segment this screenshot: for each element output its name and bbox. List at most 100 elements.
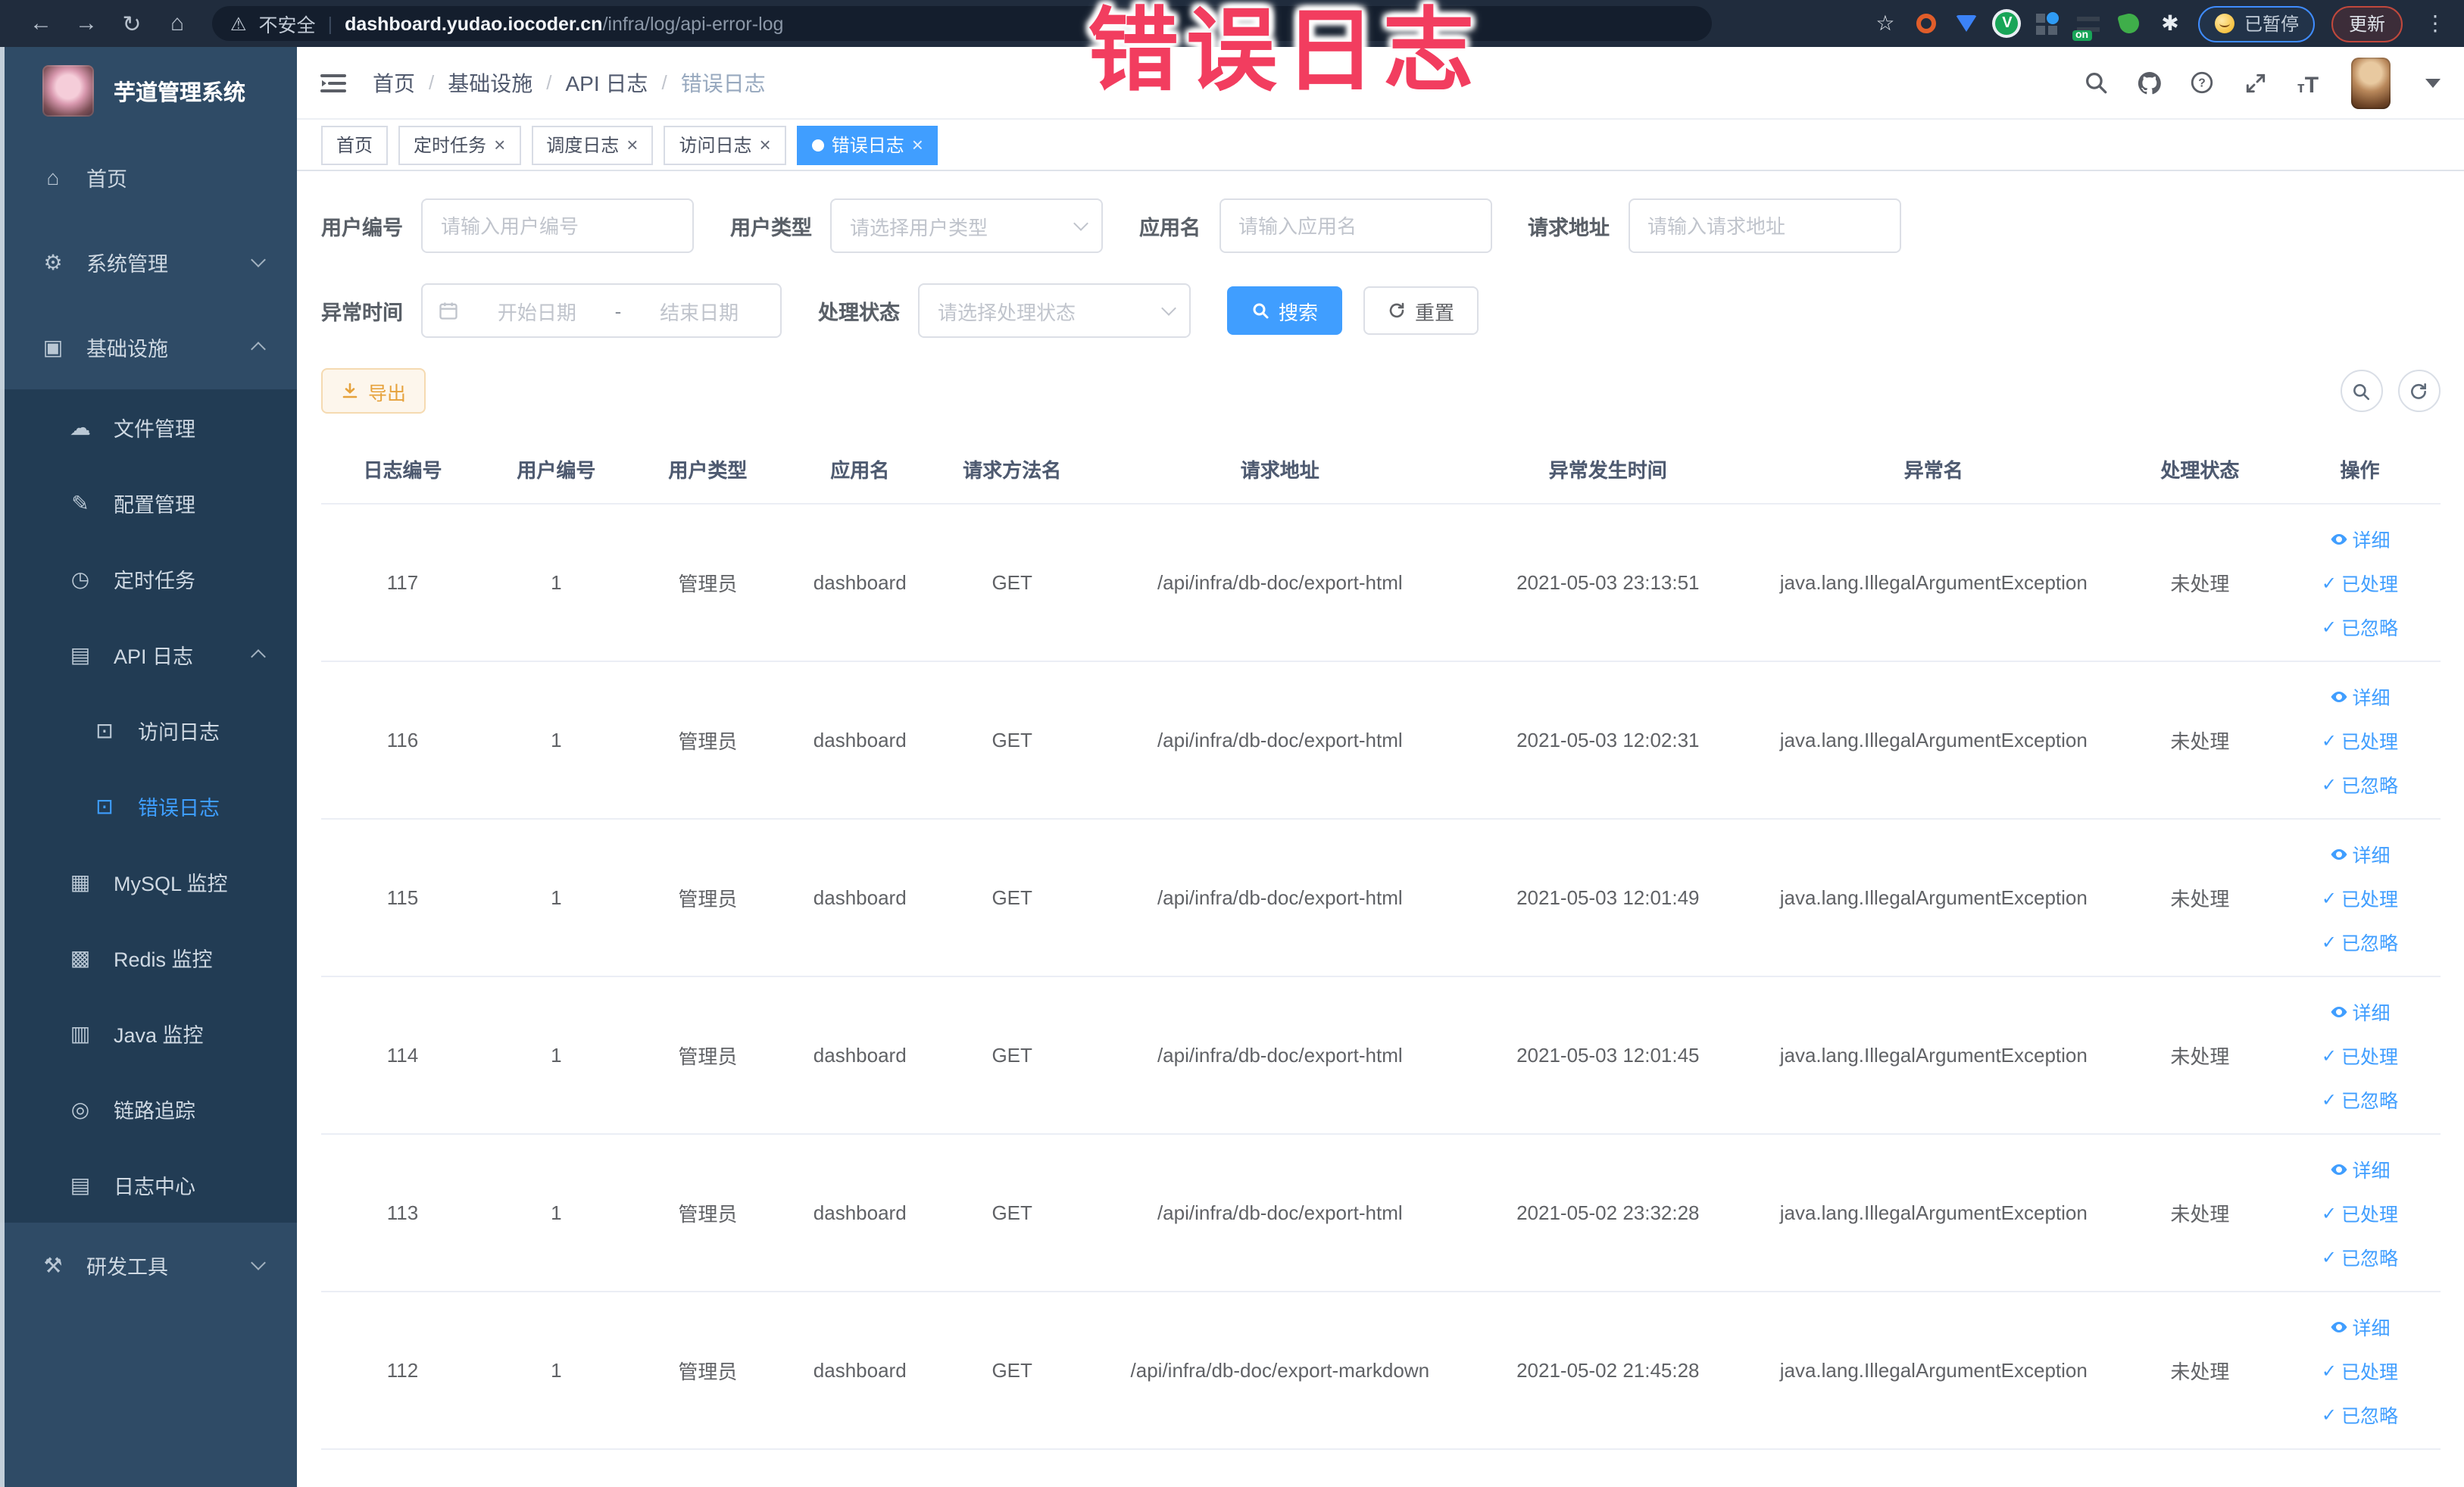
browser-reload-icon[interactable]: ↻ — [109, 10, 155, 37]
ignored-link[interactable]: ✓ 已忽略 — [2322, 1400, 2398, 1429]
extension-puzzle-icon[interactable]: ✱ — [2158, 11, 2182, 36]
browser-back-icon[interactable]: ← — [18, 11, 64, 36]
tab-错误日志[interactable]: 错误日志 × — [796, 125, 938, 164]
sidebar-item-java-监控[interactable]: ▥ Java 监控 — [0, 995, 297, 1071]
process-status-select[interactable]: 请选择处理状态 — [918, 283, 1191, 338]
tab-label: 访问日志 — [679, 135, 752, 156]
browser-forward-icon[interactable]: → — [64, 11, 109, 36]
sidebar-item-api-日志[interactable]: ▤ API 日志 — [0, 617, 297, 692]
sidebar-scrollbar[interactable] — [0, 47, 5, 1487]
api-log-icon: ▤ — [70, 642, 91, 666]
detail-link[interactable]: 详细 — [2329, 1312, 2390, 1341]
cell-user_id: 1 — [483, 819, 629, 977]
refresh-table-button[interactable] — [2397, 370, 2440, 412]
processed-link[interactable]: ✓ 已处理 — [2322, 1356, 2398, 1385]
chevron-up-icon — [251, 649, 266, 664]
sidebar-item-日志中心[interactable]: ▤ 日志中心 — [0, 1147, 297, 1223]
close-tab-icon[interactable]: × — [626, 135, 638, 155]
detail-link[interactable]: 详细 — [2329, 997, 2390, 1026]
hamburger-icon[interactable] — [318, 67, 348, 98]
ignored-link[interactable]: ✓ 已忽略 — [2322, 770, 2398, 798]
sidebar-item-redis-监控[interactable]: ▩ Redis 监控 — [0, 920, 297, 995]
detail-link[interactable]: 详细 — [2329, 682, 2390, 711]
extension-adblock-icon[interactable] — [1914, 11, 1938, 36]
action-label: 详细 — [2352, 1161, 2391, 1182]
reset-button[interactable]: 重置 — [1363, 286, 1479, 335]
cell-status: 未处理 — [2119, 1292, 2280, 1450]
detail-link[interactable]: 详细 — [2329, 1154, 2390, 1183]
breadcrumb-item[interactable]: 基础设施 — [448, 67, 532, 98]
request-url-label: 请求地址 — [1528, 217, 1610, 239]
tab-label: 调度日志 — [546, 135, 620, 156]
tab-访问日志[interactable]: 访问日志 × — [664, 125, 786, 164]
avatar-caret-icon[interactable] — [2425, 78, 2440, 87]
processed-link[interactable]: ✓ 已处理 — [2322, 883, 2398, 912]
processed-link[interactable]: ✓ 已处理 — [2322, 726, 2398, 754]
sidebar-item-系统管理[interactable]: ⚙ 系统管理 — [0, 220, 297, 305]
sidebar-logo-row[interactable]: 芋道管理系统 — [0, 47, 297, 135]
sidebar-item-链路追踪[interactable]: ◎ 链路追踪 — [0, 1071, 297, 1147]
browser-menu-icon[interactable]: ⋮ — [2425, 11, 2446, 36]
avatar[interactable] — [2350, 57, 2390, 108]
toggle-search-button[interactable] — [2340, 370, 2382, 412]
error-log-table: 日志编号 用户编号 用户类型 应用名 请求方法名 请求地址 异常发生时间 异常名 处理状态 操作 1… — [321, 435, 2440, 1450]
user-type-select[interactable]: 请选择用户类型 — [830, 198, 1103, 253]
extension-shield-icon[interactable] — [1955, 11, 1979, 36]
browser-home-icon[interactable]: ⌂ — [155, 11, 200, 36]
extension-leaf-icon[interactable] — [2117, 11, 2141, 36]
request-url-input[interactable] — [1628, 198, 1900, 253]
ignored-link[interactable]: ✓ 已忽略 — [2322, 1242, 2398, 1271]
tab-label: 错误日志 — [831, 135, 904, 156]
detail-link[interactable]: 详细 — [2329, 839, 2390, 868]
sidebar-item-首页[interactable]: ⌂ 首页 — [0, 135, 297, 220]
table-row: 112 1 管理员 dashboard GET/api/infra/db-doc/exp… — [321, 1292, 2440, 1450]
close-tab-icon[interactable]: × — [494, 135, 505, 155]
sidebar-item-基础设施[interactable]: ▣ 基础设施 — [0, 305, 297, 389]
address-bar[interactable]: ⚠ 不安全 | dashboard.yudao.iocoder.cn/infra… — [212, 6, 1712, 41]
github-icon[interactable] — [2135, 69, 2163, 96]
cell-id: 115 — [321, 819, 484, 977]
exception-time-label: 异常时间 — [321, 301, 403, 324]
ignored-link[interactable]: ✓ 已忽略 — [2322, 927, 2398, 956]
search-button[interactable]: 搜索 — [1227, 286, 1343, 335]
exception-time-range-picker[interactable]: 开始日期 - 结束日期 — [421, 283, 782, 338]
sidebar-item-文件管理[interactable]: ☁ 文件管理 — [0, 389, 297, 465]
tab-首页[interactable]: 首页 — [321, 125, 389, 164]
processed-link[interactable]: ✓ 已处理 — [2322, 1041, 2398, 1070]
extension-switch-icon[interactable] — [2072, 11, 2100, 40]
breadcrumb-item[interactable]: API 日志 — [566, 67, 648, 98]
action-label: 详细 — [2352, 688, 2391, 709]
fullscreen-icon[interactable] — [2241, 69, 2269, 96]
ignored-link[interactable]: ✓ 已忽略 — [2322, 612, 2398, 641]
bookmark-star-icon[interactable]: ☆ — [1873, 11, 1897, 36]
paused-badge[interactable]: 已暂停 — [2198, 5, 2316, 42]
processed-link[interactable]: ✓ 已处理 — [2322, 1198, 2398, 1227]
font-size-icon[interactable]: тT — [2294, 69, 2322, 96]
breadcrumb-item[interactable]: 首页 — [373, 67, 415, 98]
sidebar-item-访问日志[interactable]: ⊡ 访问日志 — [0, 692, 297, 768]
close-tab-icon[interactable]: × — [760, 135, 771, 155]
extension-grid-icon[interactable] — [2035, 11, 2060, 36]
close-tab-icon[interactable]: × — [912, 135, 923, 155]
sidebar-item-定时任务[interactable]: ◷ 定时任务 — [0, 541, 297, 617]
user-id-label: 用户编号 — [321, 217, 403, 239]
action-label: 已处理 — [2341, 889, 2399, 911]
update-badge[interactable]: 更新 — [2331, 5, 2402, 42]
app-name-input[interactable] — [1219, 198, 1491, 253]
search-icon[interactable] — [2082, 69, 2110, 96]
sidebar-item-配置管理[interactable]: ✎ 配置管理 — [0, 465, 297, 541]
tab-调度日志[interactable]: 调度日志 × — [531, 125, 654, 164]
sidebar-item-mysql-监控[interactable]: ▦ MySQL 监控 — [0, 844, 297, 920]
export-button[interactable]: 导出 — [321, 368, 426, 414]
help-icon[interactable]: ? — [2188, 69, 2216, 96]
processed-link[interactable]: ✓ 已处理 — [2322, 568, 2398, 597]
cell-url: /api/infra/db-doc/export-html — [1091, 1134, 1469, 1292]
sidebar-item-研发工具[interactable]: ⚒ 研发工具 — [0, 1223, 297, 1307]
sidebar-item-错误日志[interactable]: ⊡ 错误日志 — [0, 768, 297, 844]
tab-定时任务[interactable]: 定时任务 × — [398, 125, 521, 164]
extension-v-icon[interactable]: V — [1995, 12, 2019, 35]
cell-time: 2021-05-02 21:45:28 — [1468, 1292, 1747, 1450]
user-id-input[interactable] — [421, 198, 694, 253]
ignored-link[interactable]: ✓ 已忽略 — [2322, 1085, 2398, 1114]
detail-link[interactable]: 详细 — [2329, 524, 2390, 553]
